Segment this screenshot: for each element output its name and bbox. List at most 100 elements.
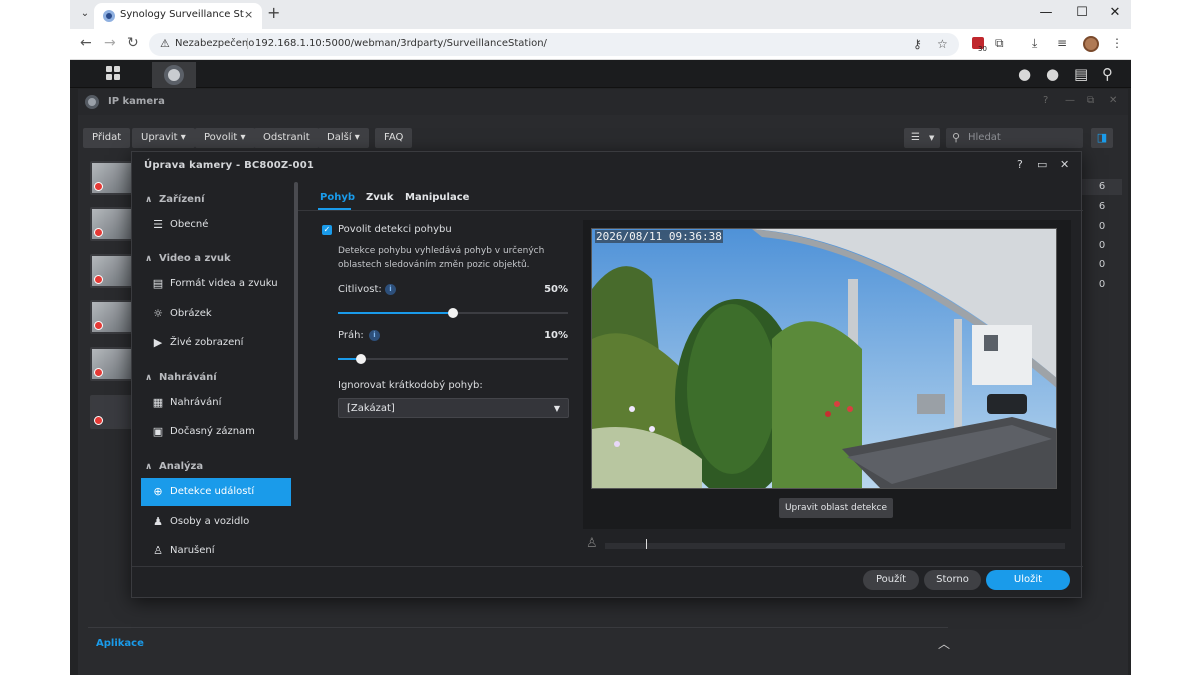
enable-motion-label[interactable]: Povolit detekci pohybu <box>338 224 452 235</box>
profile-avatar[interactable] <box>1083 36 1099 52</box>
remove-button[interactable]: Odstranit <box>254 128 319 148</box>
tab-sound[interactable]: Zvuk <box>366 192 394 203</box>
sidebar-item-general[interactable]: ☰ Obecné <box>141 211 291 239</box>
restore-icon[interactable]: ⧉ <box>1087 95 1094 106</box>
recording-dot-icon <box>94 416 103 425</box>
tab-title: Synology Surveillance Station - <box>120 9 244 20</box>
sensitivity-slider-handle[interactable] <box>448 308 458 318</box>
minimize-button[interactable]: — <box>1036 5 1056 20</box>
chevron-up-icon[interactable]: ︿ <box>938 635 950 652</box>
timeline-track <box>605 543 1065 549</box>
warning-icon[interactable]: ⚠ <box>160 37 170 50</box>
new-tab-button[interactable]: + <box>267 4 280 22</box>
reload-icon[interactable]: ↻ <box>127 35 139 51</box>
apply-button[interactable]: Použít <box>863 570 919 590</box>
forward-arrow-icon[interactable]: → <box>104 35 116 51</box>
motion-timeline[interactable]: ♙ <box>583 536 1071 554</box>
target-icon: ⊕ <box>153 485 163 498</box>
sidebar-group-analysis[interactable]: ∧ Analýza <box>145 461 203 472</box>
save-button[interactable]: Uložit <box>986 570 1070 590</box>
sensitivity-label: Citlivost: <box>338 284 382 295</box>
recording-dot-icon <box>94 275 103 284</box>
threshold-slider[interactable] <box>338 354 568 364</box>
main-menu-grid-icon[interactable] <box>106 66 122 82</box>
widgets-icon[interactable]: ▤ <box>1074 65 1088 83</box>
sidebar-item-event-detection[interactable]: ⊕ Detekce událostí <box>141 478 291 506</box>
key-icon[interactable]: ⚷ <box>913 37 922 51</box>
user-icon[interactable]: ● <box>1046 65 1059 83</box>
tab-tampering[interactable]: Manipulace <box>405 192 469 203</box>
star-icon[interactable]: ☆ <box>937 37 948 51</box>
search-input[interactable]: ⚲ Hledat <box>946 128 1083 148</box>
tab-motion[interactable]: Pohyb <box>320 192 355 203</box>
minimize-icon[interactable]: — <box>1065 95 1075 106</box>
surveillance-favicon-icon <box>103 10 115 22</box>
maximize-button[interactable]: ☐ <box>1072 5 1092 20</box>
threshold-value: 10% <box>544 330 568 341</box>
help-icon[interactable]: ? <box>1043 95 1048 106</box>
footer-divider <box>132 566 1083 567</box>
edit-detection-area-button[interactable]: Upravit oblast detekce <box>779 498 893 518</box>
surveillance-app-button[interactable] <box>152 62 196 88</box>
close-icon[interactable]: ✕ <box>1109 95 1117 106</box>
cancel-button[interactable]: Storno <box>924 570 981 590</box>
edit-button[interactable]: Upravit ▾ <box>132 128 195 148</box>
puzzle-icon[interactable]: ⧉ <box>995 36 1004 51</box>
camera-thumbnail[interactable] <box>90 254 134 288</box>
ignore-short-motion-select[interactable]: [Zakázat] ▼ <box>338 398 569 418</box>
recording-dot-icon <box>94 321 103 330</box>
sidebar-group-recording[interactable]: ∧ Nahrávání <box>145 372 217 383</box>
extension-badge: 30 <box>978 45 987 53</box>
sensitivity-slider[interactable] <box>338 308 568 318</box>
camera-thumbnail[interactable] <box>90 300 134 334</box>
close-icon[interactable]: ✕ <box>1060 158 1069 171</box>
tab-close-icon[interactable]: × <box>244 8 253 21</box>
threshold-slider-handle[interactable] <box>356 354 366 364</box>
sidebar-item-recording[interactable]: ▦ Nahrávání <box>141 389 291 417</box>
tab-search-button[interactable]: ⌄ <box>75 4 95 24</box>
sidebar-item-people-vehicle[interactable]: ♟ Osoby a vozidlo <box>141 508 291 536</box>
help-icon[interactable]: ? <box>1017 158 1023 171</box>
applications-section[interactable]: Aplikace ︿ <box>88 627 950 657</box>
sidebar-group-video-audio[interactable]: ∧ Video a zvuk <box>145 253 231 264</box>
menu-kebab-icon[interactable]: ⋮ <box>1111 36 1123 50</box>
search-icon[interactable]: ⚲ <box>1102 65 1113 83</box>
camera-thumbnail[interactable] <box>90 207 134 241</box>
camera-thumbnail-selected[interactable] <box>90 395 134 429</box>
enable-motion-checkbox[interactable]: ✓ <box>322 225 332 235</box>
sidebar-group-device[interactable]: ∧ Zařízení <box>145 194 205 205</box>
close-window-button[interactable]: ✕ <box>1105 5 1125 20</box>
sidebar-scrollbar[interactable] <box>294 182 298 440</box>
sidebar-item-video-format[interactable]: ▤ Formát videa a zvuku <box>141 270 291 298</box>
applications-label: Aplikace <box>96 638 144 649</box>
layout-toggle-button[interactable]: ◨ <box>1091 128 1113 148</box>
sidebar-item-live-view[interactable]: ▶ Živé zobrazení <box>141 329 291 357</box>
back-arrow-icon[interactable]: ← <box>80 35 92 51</box>
download-icon[interactable]: ⤓ <box>1032 36 1037 51</box>
address-bar[interactable]: ⚠ Nezabezpečeno 192.168.1.10:5000/webman… <box>149 33 959 56</box>
camera-thumbnail[interactable] <box>90 161 134 195</box>
walker-icon: ♙ <box>153 544 163 557</box>
camera-thumbnail[interactable] <box>90 347 134 381</box>
enable-button[interactable]: Povolit ▾ <box>195 128 255 148</box>
sidebar-item-temp-recording[interactable]: ▣ Dočasný záznam <box>141 418 291 446</box>
faq-button[interactable]: FAQ <box>375 128 413 148</box>
info-icon[interactable]: i <box>385 284 396 295</box>
tab-divider <box>298 210 1083 211</box>
view-toggle-button[interactable]: ☰ ▼ <box>904 128 940 148</box>
add-button[interactable]: Přidat <box>83 128 131 148</box>
reading-list-icon[interactable]: ≡ <box>1057 36 1067 50</box>
chat-icon[interactable]: ● <box>1018 65 1031 83</box>
ip-camera-icon <box>85 95 99 109</box>
info-icon[interactable]: i <box>369 330 380 341</box>
security-label[interactable]: Nezabezpečeno <box>175 38 254 49</box>
browser-tab[interactable]: Synology Surveillance Station - × <box>94 3 262 29</box>
maximize-icon[interactable]: ▭ <box>1037 158 1047 171</box>
sidebar-item-intrusion[interactable]: ♙ Narušení <box>141 537 291 565</box>
search-placeholder: Hledat <box>968 132 1001 143</box>
url-text[interactable]: 192.168.1.10:5000/webman/3rdparty/Survei… <box>247 38 547 49</box>
more-button[interactable]: Další ▾ <box>318 128 369 148</box>
camera-timestamp: 2026/08/11 09:36:38 <box>595 230 723 243</box>
play-icon: ▶ <box>153 336 163 349</box>
sidebar-item-image[interactable]: ☼ Obrázek <box>141 300 291 328</box>
